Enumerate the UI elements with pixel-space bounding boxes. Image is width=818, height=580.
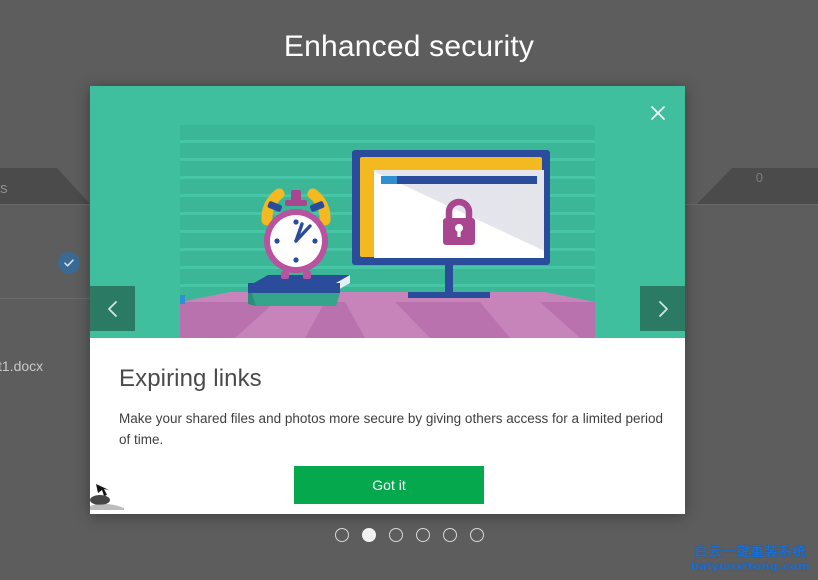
monitor-illustration bbox=[352, 150, 550, 265]
background-tab-right-label: 0 bbox=[755, 170, 763, 185]
background-file-name: t1.docx bbox=[0, 358, 44, 374]
watermark: 白云一键重装系统 baiyunxitong.com bbox=[690, 545, 810, 574]
background-tab-left-label: ts bbox=[0, 180, 8, 197]
lock-icon bbox=[443, 198, 475, 245]
dialog-body-text: Make your shared files and photos more s… bbox=[119, 411, 664, 447]
pagination-dot[interactable] bbox=[388, 528, 403, 542]
background-tab-right[interactable] bbox=[696, 168, 818, 204]
got-it-button[interactable]: Got it bbox=[294, 466, 484, 504]
screen-title-bar-accent bbox=[381, 176, 397, 184]
alarm-clock-icon bbox=[261, 188, 331, 279]
watermark-line-2: baiyunxitong.com bbox=[690, 560, 810, 574]
check-circle-icon bbox=[58, 252, 80, 274]
pagination-dot[interactable] bbox=[469, 528, 484, 542]
pagination-dot[interactable] bbox=[334, 528, 349, 542]
pagination-dot[interactable] bbox=[361, 528, 376, 542]
close-icon[interactable] bbox=[647, 102, 669, 124]
next-slide-button[interactable] bbox=[640, 286, 685, 331]
background-row-divider bbox=[0, 298, 90, 299]
monitor-bezel bbox=[360, 157, 544, 258]
page-title: Enhanced security bbox=[283, 30, 535, 63]
desk-accent-chip bbox=[180, 295, 185, 304]
monitor-neck bbox=[445, 265, 453, 295]
dialog-heading: Expiring links bbox=[119, 365, 262, 392]
pagination-dot[interactable] bbox=[442, 528, 457, 542]
expiring-links-illustration bbox=[180, 125, 595, 338]
dialog-hero bbox=[90, 86, 685, 338]
tour-dialog: Expiring links Make your shared files an… bbox=[90, 86, 685, 514]
background-tab-left[interactable] bbox=[0, 168, 90, 204]
monitor-screen bbox=[374, 170, 544, 258]
chevron-left-icon bbox=[107, 300, 117, 317]
pagination-dots bbox=[0, 528, 818, 542]
watermark-line-1: 白云一键重装系统 bbox=[694, 545, 807, 561]
monitor-base bbox=[408, 292, 490, 298]
screen-title-bar bbox=[381, 176, 537, 184]
chevron-right-icon bbox=[658, 300, 668, 317]
pagination-dot[interactable] bbox=[415, 528, 430, 542]
prev-slide-button[interactable] bbox=[90, 286, 135, 331]
